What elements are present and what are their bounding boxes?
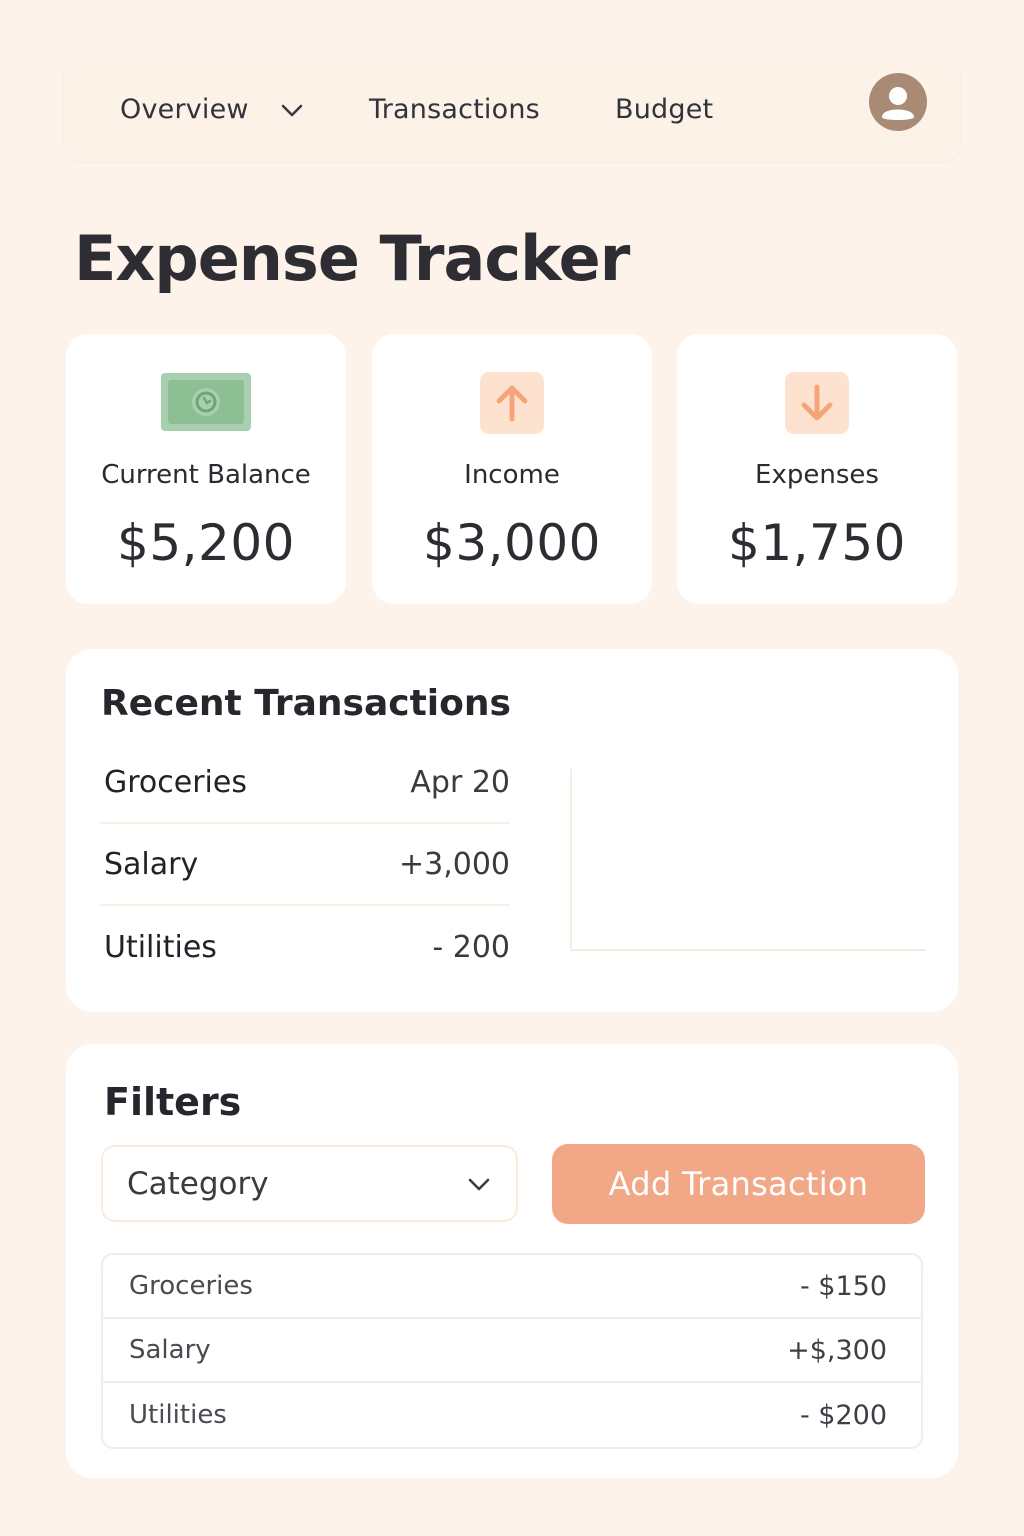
transaction-amount: - 200 xyxy=(432,929,510,965)
chevron-down-icon xyxy=(281,104,303,116)
filtered-transactions-table: Groceries - $150 Salary +$,300 Utilities… xyxy=(101,1253,923,1449)
stat-card-balance: Current Balance $5,200 xyxy=(66,334,346,604)
nav-item-transactions[interactable]: Transactions xyxy=(369,94,540,125)
transaction-amount: - $150 xyxy=(799,1270,887,1302)
section-title: Filters xyxy=(104,1080,242,1124)
arrow-down-icon xyxy=(785,372,849,434)
transaction-amount: Apr 20 xyxy=(410,764,510,800)
nav-item-label: Transactions xyxy=(369,94,540,125)
table-row[interactable]: Salary +$,300 xyxy=(103,1319,921,1383)
table-row[interactable]: Groceries - $150 xyxy=(103,1255,921,1319)
category-select-value: Category xyxy=(127,1165,269,1202)
nav-item-label: Budget xyxy=(615,94,714,125)
stat-card-income: Income $3,000 xyxy=(372,334,652,604)
transaction-amount: +$,300 xyxy=(787,1334,887,1366)
stat-label: Income xyxy=(464,460,560,490)
transaction-name: Salary xyxy=(129,1335,211,1365)
top-nav: Overview Transactions Budget xyxy=(64,58,960,162)
transaction-amount: +3,000 xyxy=(398,846,510,882)
empty-chart-area xyxy=(570,769,926,951)
nav-item-label: Overview xyxy=(120,94,249,125)
stat-label: Expenses xyxy=(755,460,879,490)
arrow-up-icon xyxy=(480,372,544,434)
stat-card-expenses: Expenses $1,750 xyxy=(677,334,957,604)
stat-value: $5,200 xyxy=(117,514,295,572)
transaction-name: Groceries xyxy=(129,1271,253,1301)
chevron-down-icon xyxy=(468,1178,490,1190)
stat-value: $3,000 xyxy=(423,514,601,572)
expense-tracker-page: Overview Transactions Budget Expense Tra… xyxy=(0,0,1024,1536)
list-item[interactable]: Salary +3,000 xyxy=(100,824,510,906)
avatar[interactable] xyxy=(869,73,927,131)
page-title: Expense Tracker xyxy=(74,222,630,295)
section-title: Recent Transactions xyxy=(101,683,511,724)
category-select[interactable]: Category xyxy=(101,1145,518,1222)
stat-label: Current Balance xyxy=(101,460,311,490)
transaction-amount: - $200 xyxy=(799,1399,887,1431)
table-row[interactable]: Utilities - $200 xyxy=(103,1383,921,1447)
transaction-name: Groceries xyxy=(104,764,247,800)
transaction-name: Utilities xyxy=(104,929,217,965)
recent-transactions-card: Recent Transactions Groceries Apr 20 Sal… xyxy=(66,649,958,1012)
nav-item-overview[interactable]: Overview xyxy=(120,94,305,125)
stat-value: $1,750 xyxy=(728,514,906,572)
transaction-name: Salary xyxy=(104,846,199,882)
nav-item-budget[interactable]: Budget xyxy=(615,94,713,125)
cash-bill-icon xyxy=(161,373,251,431)
user-avatar-icon xyxy=(882,87,914,120)
list-item[interactable]: Utilities - 200 xyxy=(100,906,510,988)
transaction-name: Utilities xyxy=(129,1400,227,1430)
list-item[interactable]: Groceries Apr 20 xyxy=(100,742,510,824)
add-transaction-button[interactable]: Add Transaction xyxy=(552,1144,925,1224)
filters-card: Filters Category Add Transaction Groceri… xyxy=(66,1044,958,1478)
